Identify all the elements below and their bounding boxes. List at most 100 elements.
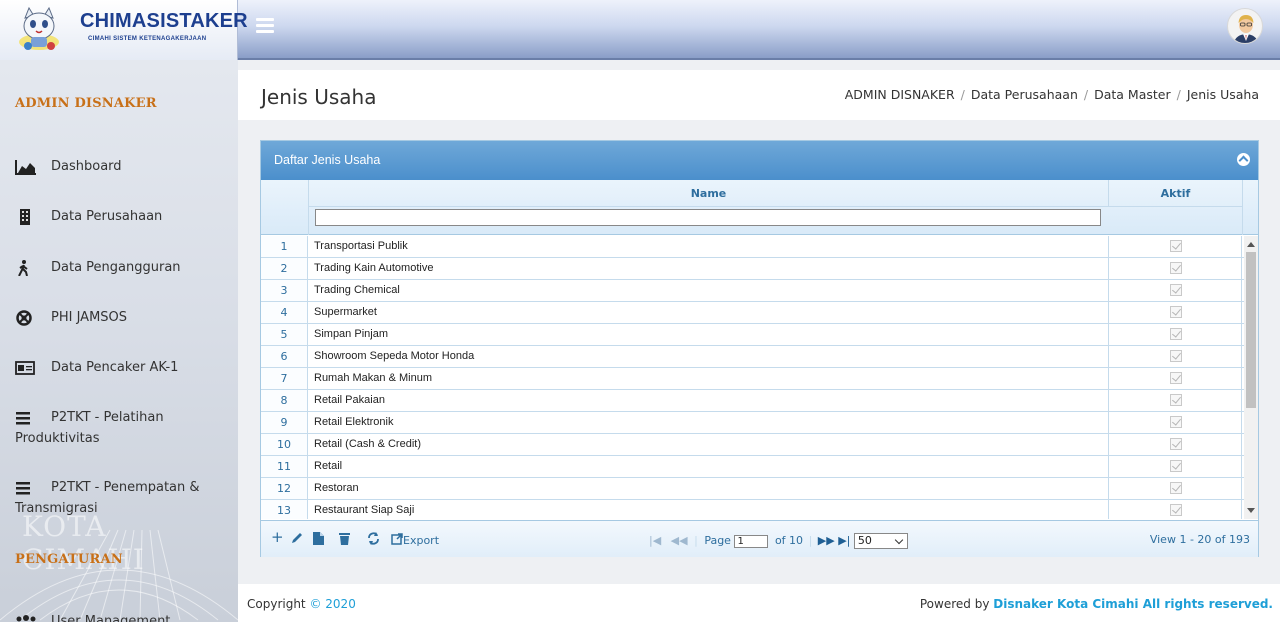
- row-active-cell: [1108, 478, 1242, 499]
- row-number-header: [261, 180, 309, 235]
- row-name: Retail (Cash & Credit): [314, 438, 421, 450]
- sidebar-item-label: P2TKT - Penempatan & Transmigrasi: [15, 480, 200, 516]
- collapse-icon[interactable]: [1237, 153, 1250, 166]
- pager-navigation: |◀ ◀◀ | Page 1 of 10 | ▶▶ ▶| 50: [649, 533, 908, 549]
- sidebar-item-label: User Management: [51, 614, 171, 622]
- row-number: 11: [261, 456, 308, 477]
- sidebar-item-data-pencaker[interactable]: Data Pencaker AK-1: [15, 358, 230, 379]
- table-row[interactable]: 6 Showroom Sepeda Motor Honda: [261, 346, 1244, 368]
- sidebar-item-dashboard[interactable]: Dashboard: [15, 157, 230, 178]
- row-name: Retail Elektronik: [314, 416, 394, 428]
- row-number: 5: [261, 324, 308, 345]
- panel-title: Daftar Jenis Usaha: [274, 153, 381, 167]
- name-filter-input[interactable]: [315, 209, 1101, 226]
- bars-icon: [16, 482, 30, 495]
- sidebar-item-data-perusahaan[interactable]: Data Perusahaan: [15, 207, 230, 228]
- top-bar: CHIMASISTAKER CIMAHI SISTEM KETENAGAKERJ…: [0, 0, 1280, 60]
- active-checkbox: [1170, 482, 1182, 494]
- breadcrumb-current: Jenis Usaha: [1186, 87, 1259, 102]
- grid-pager: + Export |◀ ◀◀ | Page 1 of 10 | ▶▶ ▶| 50…: [261, 520, 1258, 557]
- active-filter-cell: [1109, 207, 1243, 235]
- id-card-icon: [15, 361, 35, 375]
- table-row[interactable]: 11 Retail: [261, 456, 1244, 478]
- table-row[interactable]: 10 Retail (Cash & Credit): [261, 434, 1244, 456]
- menu-toggle-icon[interactable]: [256, 18, 274, 33]
- breadcrumb-item[interactable]: ADMIN DISNAKER: [845, 87, 955, 102]
- export-icon: [391, 533, 403, 545]
- row-active-cell: [1108, 368, 1242, 389]
- row-name: Retail Pakaian: [314, 394, 385, 406]
- page-count-label: of 10: [774, 534, 804, 547]
- app-logo[interactable]: CHIMASISTAKER CIMAHI SISTEM KETENAGAKERJ…: [0, 0, 248, 60]
- table-row[interactable]: 8 Retail Pakaian: [261, 390, 1244, 412]
- row-name: Rumah Makan & Minum: [314, 372, 432, 384]
- active-checkbox: [1170, 416, 1182, 428]
- sidebar-section-heading: PENGATURAN: [15, 552, 123, 567]
- breadcrumb-item[interactable]: Data Master: [1094, 87, 1171, 102]
- sidebar-item-data-pengangguran[interactable]: Data Pengangguran: [15, 258, 230, 279]
- grid-scrollbar[interactable]: [1244, 236, 1258, 519]
- refresh-icon[interactable]: [367, 532, 380, 549]
- powered-by-link[interactable]: Disnaker Kota Cimahi All rights reserved…: [993, 597, 1273, 611]
- column-header-label: Aktif: [1160, 187, 1191, 200]
- export-button[interactable]: Export: [391, 533, 439, 547]
- scroll-up-icon[interactable]: [1247, 242, 1255, 247]
- app-title: CHIMASISTAKER: [80, 10, 248, 32]
- edit-icon[interactable]: [291, 532, 303, 548]
- panel-header: Daftar Jenis Usaha: [261, 141, 1258, 180]
- footer: Copyright © 2020 Powered by Disnaker Kot…: [238, 584, 1280, 622]
- column-header-active[interactable]: Aktif: [1109, 180, 1243, 207]
- sidebar-item-label: Dashboard: [51, 159, 122, 174]
- table-row[interactable]: 12 Restoran: [261, 478, 1244, 500]
- table-row[interactable]: 4 Supermarket: [261, 302, 1244, 324]
- active-checkbox: [1170, 372, 1182, 384]
- table-row[interactable]: 3 Trading Chemical: [261, 280, 1244, 302]
- row-name: Restaurant Siap Saji: [314, 504, 415, 516]
- delete-icon[interactable]: [339, 532, 350, 549]
- page-number-input[interactable]: 1: [734, 534, 769, 548]
- sidebar-item-phi-jamsos[interactable]: PHI JAMSOS: [15, 308, 230, 329]
- grid-header: Name Aktif: [261, 180, 1258, 235]
- table-row[interactable]: 7 Rumah Makan & Minum: [261, 368, 1244, 390]
- row-active-cell: [1108, 412, 1242, 433]
- row-active-cell: [1108, 280, 1242, 301]
- next-page-icon[interactable]: ▶▶: [818, 534, 835, 547]
- sidebar-item-label: Data Perusahaan: [51, 209, 163, 224]
- rows-per-page-select[interactable]: 50: [853, 533, 908, 549]
- scroll-down-icon[interactable]: [1247, 508, 1255, 513]
- row-number: 13: [261, 500, 308, 519]
- active-checkbox: [1170, 394, 1182, 406]
- sidebar-item-user-management[interactable]: User Management: [15, 612, 230, 622]
- life-ring-icon: [16, 310, 32, 326]
- add-icon[interactable]: +: [271, 530, 284, 545]
- sidebar-item-label: P2TKT - Pelatihan Produktivitas: [15, 410, 164, 446]
- table-row[interactable]: 13 Restaurant Siap Saji: [261, 500, 1244, 519]
- active-checkbox: [1170, 262, 1182, 274]
- column-header-name[interactable]: Name: [309, 180, 1109, 207]
- breadcrumb: ADMIN DISNAKER / Data Perusahaan / Data Mast…: [844, 87, 1259, 102]
- prev-page-icon[interactable]: ◀◀: [671, 534, 688, 547]
- table-row[interactable]: 1 Transportasi Publik: [261, 236, 1244, 258]
- breadcrumb-item[interactable]: Data Perusahaan: [971, 87, 1078, 102]
- table-row[interactable]: 2 Trading Kain Automotive: [261, 258, 1244, 280]
- scroll-thumb[interactable]: [1246, 252, 1256, 408]
- row-name: Trading Kain Automotive: [314, 262, 434, 274]
- sidebar-item-p2tkt-penempatan[interactable]: P2TKT - Penempatan & Transmigrasi: [15, 478, 215, 519]
- user-avatar[interactable]: [1227, 8, 1263, 44]
- row-active-cell: [1108, 500, 1242, 519]
- page-label: Page: [704, 534, 731, 547]
- page-title: Jenis Usaha: [261, 85, 377, 109]
- app-subtitle: CIMAHI SISTEM KETENAGAKERJAAN: [88, 36, 207, 42]
- grid-panel: Daftar Jenis Usaha Name Aktif 1 Transport…: [260, 140, 1259, 557]
- last-page-icon[interactable]: ▶|: [838, 534, 850, 547]
- export-label: Export: [403, 534, 440, 547]
- row-number: 9: [261, 412, 308, 433]
- sidebar-item-label: Data Pengangguran: [51, 260, 181, 275]
- row-active-cell: [1108, 258, 1242, 279]
- sidebar-item-p2tkt-pelatihan[interactable]: P2TKT - Pelatihan Produktivitas: [15, 408, 225, 449]
- table-row[interactable]: 9 Retail Elektronik: [261, 412, 1244, 434]
- view-icon[interactable]: [313, 532, 324, 549]
- first-page-icon[interactable]: |◀: [649, 534, 661, 547]
- table-row[interactable]: 5 Simpan Pinjam: [261, 324, 1244, 346]
- sidebar-item-label: Data Pencaker AK-1: [51, 360, 179, 375]
